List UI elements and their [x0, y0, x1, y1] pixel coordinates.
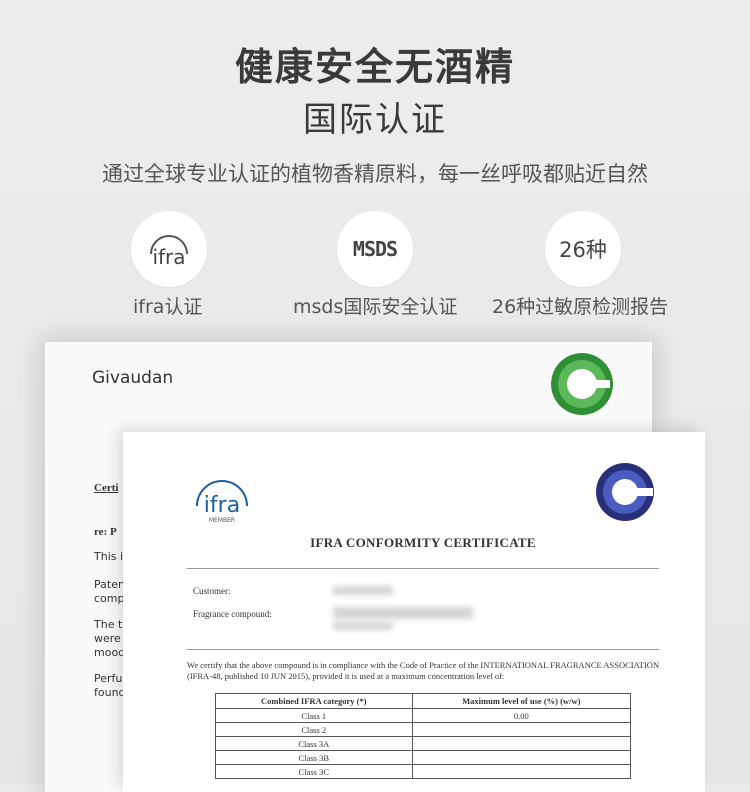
- certificate-title: IFRA CONFORMITY CERTIFICATE: [310, 535, 536, 550]
- table-row: Class 3A: [215, 736, 632, 751]
- divider: [187, 568, 659, 569]
- table-cell-category: Class 1: [215, 708, 413, 723]
- ifra-certificate: ifra MEMBER IFRA CONFORMITY CERTIFICATE …: [123, 432, 705, 792]
- ifra-usage-table: Combined IFRA category (*) Maximum level…: [215, 693, 632, 779]
- ifra-member-label: MEMBER: [209, 517, 235, 524]
- page-description: 通过全球专业认证的植物香精原料，每一丝呼吸都贴近自然: [102, 162, 648, 186]
- givaudan-company-name: Givaudan: [92, 368, 174, 388]
- divider: [187, 649, 659, 650]
- msds-badge-text: MSDS: [352, 237, 398, 261]
- table-cell-category: Class 3A: [215, 736, 413, 751]
- table-cell-level: [411, 736, 632, 751]
- back-fragment: re: P: [94, 526, 117, 538]
- ifra-badge: ifra: [131, 211, 207, 287]
- msds-badge-label: msds国际安全认证: [293, 296, 458, 318]
- table-cell-category: Class 3B: [215, 750, 413, 765]
- ifra-logo-icon: ifra: [150, 235, 188, 269]
- table-row: Class 1 0.00: [215, 708, 632, 723]
- ifra-member-logo-text: ifra: [204, 493, 240, 518]
- back-fragment: Certi: [94, 482, 119, 494]
- back-fragment: Perfu: [94, 672, 123, 685]
- redacted-compound: [333, 607, 473, 619]
- ifra-member-logo-icon: ifra MEMBER: [196, 480, 248, 524]
- table-row: Class 2: [215, 722, 632, 737]
- msds-badge: MSDS: [337, 211, 413, 287]
- back-fragment: mood: [94, 646, 126, 659]
- table-cell-level: [411, 722, 632, 737]
- certification-statement: We certify that the above compound is in…: [187, 660, 660, 681]
- customer-label: Customer:: [193, 586, 231, 596]
- table-cell-level: [411, 750, 632, 765]
- table-header-row: Combined IFRA category (*) Maximum level…: [215, 693, 632, 709]
- allergen-badge: 26种: [545, 211, 621, 287]
- allergen-badge-label: 26种过敏原检测报告: [492, 296, 669, 318]
- table-header: Combined IFRA category (*): [215, 693, 413, 709]
- back-fragment: comp: [94, 592, 125, 605]
- table-row: Class 3B: [215, 750, 632, 765]
- back-fragment: Paten: [94, 578, 125, 591]
- compound-label: Fragrance compound:: [193, 609, 272, 619]
- ifra-logo-text: ifra: [152, 245, 185, 269]
- table-cell-category: Class 2: [215, 722, 413, 737]
- redacted-customer: [333, 586, 393, 595]
- page-subtitle: 国际认证: [303, 100, 447, 140]
- page-title: 健康安全无酒精: [234, 45, 515, 89]
- table-header: Maximum level of use (%) (w/w): [411, 693, 632, 709]
- table-cell-level: [411, 764, 632, 779]
- allergen-badge-text: 26种: [559, 238, 607, 262]
- table-row: Class 3C: [215, 764, 632, 779]
- table-cell-level: 0.00: [411, 708, 632, 723]
- givaudan-logo-icon: [596, 463, 654, 521]
- ifra-badge-label: ifra认证: [133, 296, 203, 318]
- back-fragment: found: [94, 686, 126, 699]
- givaudan-logo-icon: [551, 353, 613, 415]
- back-fragment: were: [94, 632, 121, 645]
- table-cell-category: Class 3C: [215, 764, 413, 779]
- redacted-compound: [333, 622, 393, 630]
- back-fragment: The t: [94, 618, 123, 631]
- back-fragment: This i: [94, 550, 124, 563]
